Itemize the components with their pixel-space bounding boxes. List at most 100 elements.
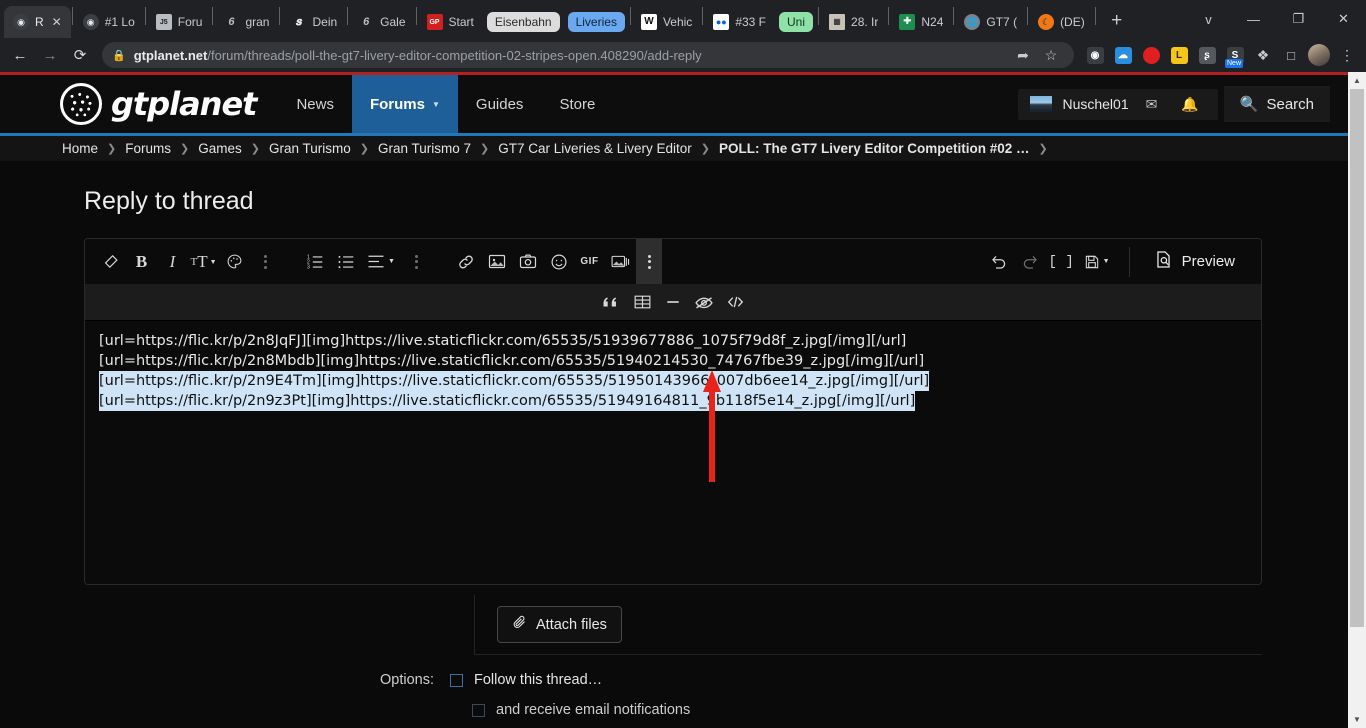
new-tab-button[interactable]: + bbox=[1103, 7, 1131, 35]
breadcrumb-item-gran-turismo-7[interactable]: Gran Turismo 7 bbox=[376, 141, 473, 156]
remove-formatting-icon[interactable] bbox=[95, 246, 126, 277]
tab-6[interactable]: GP Start bbox=[418, 6, 483, 38]
breadcrumb-item-thread[interactable]: POLL: The GT7 Livery Editor Competition … bbox=[717, 141, 1032, 156]
tab-9[interactable]: W Vehic bbox=[632, 6, 701, 38]
minimize-button[interactable]: — bbox=[1231, 3, 1276, 35]
sidepanel-icon[interactable]: □ bbox=[1278, 42, 1304, 68]
nav-item-forums[interactable]: Forums ▼ bbox=[352, 75, 458, 133]
note-icon[interactable]: L bbox=[1166, 42, 1192, 68]
email-notifications-checkbox[interactable] bbox=[472, 704, 485, 717]
site-logo[interactable]: gtplanet bbox=[60, 83, 256, 125]
tab-15[interactable]: ☾ (DE) bbox=[1029, 6, 1094, 38]
redo-icon[interactable] bbox=[1015, 246, 1046, 277]
drafts-icon[interactable]: ▼ bbox=[1077, 246, 1117, 277]
ordered-list-icon[interactable]: 1 2 3 bbox=[299, 246, 330, 277]
puzzle-icon[interactable]: ❖ bbox=[1250, 42, 1276, 68]
tab-10[interactable]: ●● #33 F bbox=[704, 6, 775, 38]
breadcrumb: Home ❯ Forums ❯ Games ❯ Gran Turismo ❯ G… bbox=[0, 136, 1348, 161]
tab-search-icon[interactable]: v bbox=[1186, 3, 1231, 35]
chrome-menu-icon[interactable]: ⋮ bbox=[1334, 42, 1360, 68]
insert-gallery-icon[interactable] bbox=[605, 246, 636, 277]
tab-3[interactable]: 6 gran bbox=[214, 6, 278, 38]
tab-4[interactable]: 𝐬 Dein bbox=[281, 6, 346, 38]
share-icon[interactable]: ➦ bbox=[1010, 42, 1036, 68]
reload-icon[interactable]: ⟳ bbox=[66, 41, 94, 69]
insert-emoji-icon[interactable] bbox=[543, 246, 574, 277]
search-button[interactable]: 🔍 Search bbox=[1224, 86, 1330, 122]
breadcrumb-item-gran-turismo[interactable]: Gran Turismo bbox=[267, 141, 353, 156]
font-size-icon[interactable]: TT▼ bbox=[188, 246, 219, 277]
spoiler-icon[interactable] bbox=[689, 287, 720, 318]
follow-thread-checkbox[interactable] bbox=[450, 674, 463, 687]
breadcrumb-item-forums[interactable]: Forums bbox=[123, 141, 173, 156]
maximize-button[interactable]: ❐ bbox=[1276, 3, 1321, 35]
bbcode-icon[interactable]: [ ] bbox=[1046, 246, 1077, 277]
text-overflow-menu-icon[interactable] bbox=[250, 246, 281, 277]
insert-table-icon[interactable] bbox=[627, 287, 658, 318]
close-icon[interactable]: ✕ bbox=[52, 15, 62, 29]
unordered-list-icon[interactable] bbox=[330, 246, 361, 277]
script-icon[interactable]: ʂ bbox=[1194, 42, 1220, 68]
more-options-icon[interactable] bbox=[636, 239, 662, 284]
tab-5[interactable]: 6 Gale bbox=[349, 6, 414, 38]
tab-14[interactable]: 🌐 GT7 ( bbox=[955, 6, 1026, 38]
close-window-button[interactable]: ✕ bbox=[1321, 3, 1366, 35]
tab-11-group-uni[interactable]: Uni bbox=[775, 6, 817, 38]
tab-13[interactable]: ✚ N24 bbox=[890, 6, 952, 38]
insert-media-icon[interactable] bbox=[512, 246, 543, 277]
tab-12[interactable]: ▦ 28. Ir bbox=[820, 6, 887, 38]
paperclip-icon bbox=[512, 615, 527, 634]
scroll-up-icon[interactable]: ▲ bbox=[1348, 72, 1366, 89]
bold-icon[interactable]: B bbox=[126, 246, 157, 277]
profile-avatar[interactable] bbox=[1306, 42, 1332, 68]
omnibox-path: /forum/threads/poll-the-gt7-livery-edito… bbox=[207, 48, 701, 63]
undo-icon[interactable] bbox=[984, 246, 1015, 277]
screenshot-icon[interactable]: ◉ bbox=[1082, 42, 1108, 68]
preview-button[interactable]: Preview bbox=[1142, 239, 1251, 284]
align-icon[interactable]: ▼ bbox=[361, 246, 401, 277]
opera-icon[interactable] bbox=[1138, 42, 1164, 68]
address-bar[interactable]: 🔒 gtplanet.net/forum/threads/poll-the-gt… bbox=[102, 42, 1074, 68]
forward-icon[interactable]: → bbox=[36, 41, 64, 69]
scroll-down-icon[interactable]: ▼ bbox=[1348, 711, 1366, 728]
tab-7-group-eisenbahn[interactable]: Eisenbahn bbox=[483, 6, 564, 38]
horizontal-rule-icon[interactable] bbox=[658, 287, 689, 318]
user-menu[interactable]: Nuschel01 ✉ 🔔 bbox=[1018, 89, 1217, 120]
cloud-icon[interactable]: ☁ bbox=[1110, 42, 1136, 68]
site-header: gtplanet News Forums ▼ Guides Store Nusc… bbox=[0, 75, 1348, 133]
reply-form-lower: Attach files bbox=[84, 595, 1262, 655]
breadcrumb-item-home[interactable]: Home bbox=[60, 141, 100, 156]
star-icon[interactable]: ☆ bbox=[1038, 42, 1064, 68]
tab-8-group-liveries[interactable]: Liveries bbox=[564, 6, 629, 38]
attach-files-button[interactable]: Attach files bbox=[497, 606, 622, 643]
insert-gif-icon[interactable]: GIF bbox=[574, 246, 605, 277]
inline-code-icon[interactable] bbox=[720, 287, 751, 318]
avatar bbox=[1030, 96, 1052, 112]
breadcrumb-item-gt7-car-liveries[interactable]: GT7 Car Liveries & Livery Editor bbox=[496, 141, 694, 156]
tab-0[interactable]: ◉ R ✕ bbox=[4, 6, 71, 38]
email-notifications-option[interactable]: and receive email notifications bbox=[472, 702, 690, 718]
scrollbar-thumb[interactable] bbox=[1350, 89, 1364, 627]
nav-item-guides[interactable]: Guides bbox=[458, 75, 542, 133]
s-extension-icon[interactable]: S New bbox=[1222, 42, 1248, 68]
back-icon[interactable]: ← bbox=[6, 41, 34, 69]
page-viewport: gtplanet News Forums ▼ Guides Store Nusc… bbox=[0, 72, 1366, 728]
envelope-icon[interactable]: ✉ bbox=[1139, 96, 1165, 113]
tab-1[interactable]: ◉ #1 Lo bbox=[74, 6, 144, 38]
preview-icon bbox=[1154, 250, 1173, 273]
follow-thread-option[interactable]: Follow this thread… bbox=[450, 672, 690, 688]
message-editor-body[interactable]: [url=https://flic.kr/p/2n8JqFJ][img]http… bbox=[85, 321, 1261, 584]
insert-link-icon[interactable] bbox=[450, 246, 481, 277]
text-color-icon[interactable] bbox=[219, 246, 250, 277]
page-scrollbar[interactable]: ▲ ▼ bbox=[1348, 72, 1366, 728]
insert-image-icon[interactable] bbox=[481, 246, 512, 277]
list-overflow-menu-icon[interactable] bbox=[401, 246, 432, 277]
nav-item-store[interactable]: Store bbox=[541, 75, 613, 133]
tab-2[interactable]: J5 Foru bbox=[147, 6, 212, 38]
quote-icon[interactable] bbox=[596, 287, 627, 318]
nav-item-news[interactable]: News bbox=[278, 75, 352, 133]
page-title: Reply to thread bbox=[60, 161, 1348, 238]
breadcrumb-item-games[interactable]: Games bbox=[196, 141, 244, 156]
bell-icon[interactable]: 🔔 bbox=[1174, 96, 1205, 113]
italic-icon[interactable]: I bbox=[157, 246, 188, 277]
